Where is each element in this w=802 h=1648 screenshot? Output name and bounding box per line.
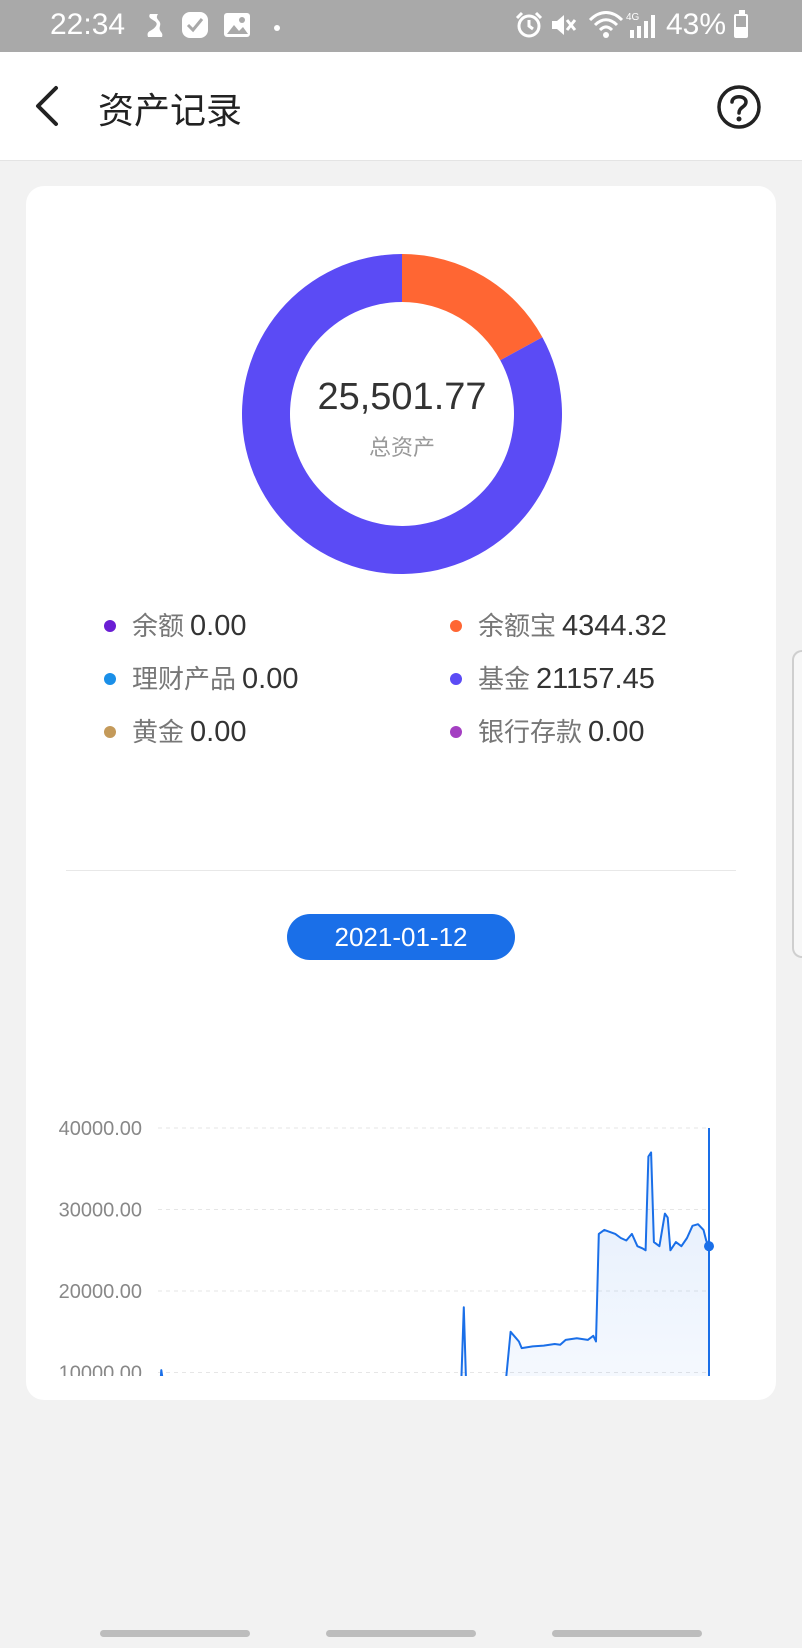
total-assets-label: 总资产 [368,436,435,461]
selected-date-badge: 2021-01-12 [287,914,515,960]
divider [66,870,736,871]
page-title: 资产记录 [98,91,243,132]
wifi-icon [588,10,624,47]
legend-item: 基金 21157.45 [450,659,655,699]
help-question-icon[interactable] [716,84,762,130]
y-tick-label: 40000.00 [59,1118,142,1140]
series-area [160,1152,709,1376]
asset-card: 25,501.77 总资产 余额 0.00 余额宝 4344.32 理财产品 0.00 基金… [26,186,776,1400]
legend-dot [104,619,116,632]
gesture-bar-left[interactable] [100,1630,250,1637]
y-tick-label: 20000.00 [59,1281,142,1303]
y-tick-label: 10000.00 [59,1363,142,1377]
edge-panel-handle[interactable] [792,650,802,958]
mute-icon [548,10,578,47]
legend-dot [104,672,116,685]
legend-item: 银行存款 0.00 [450,712,644,752]
legend-value: 0.00 [190,716,247,748]
legend-dot [450,725,462,738]
legend-name: 余额 [132,612,185,642]
battery-fill [736,27,746,36]
status-bar: 22:34 4G 43% [0,0,802,52]
legend-value: 0.00 [190,610,247,642]
dot-icon [272,10,282,47]
legend-item: 理财产品 0.00 [104,659,298,699]
legend-item: 余额宝 4344.32 [450,606,667,646]
legend-name: 基金 [478,665,531,695]
legend-name: 黄金 [132,718,185,748]
back-arrow-icon[interactable] [30,82,70,130]
alarm-icon [514,10,544,47]
total-assets-value: 25,501.77 [317,376,487,418]
selection-point[interactable] [704,1241,714,1252]
legend-dot [450,672,462,685]
legend-dot [104,725,116,738]
image-icon [222,10,252,47]
donut-slice-0 [402,254,543,361]
asset-legend: 余额 0.00 余额宝 4344.32 理财产品 0.00 基金 21157.45 黄金 0.00… [26,606,776,776]
check-badge-icon [180,10,210,47]
legend-name: 银行存款 [478,718,583,748]
legend-item: 余额 0.00 [104,606,246,646]
legend-name: 理财产品 [132,665,237,695]
legend-dot [450,619,462,632]
battery-icon [734,10,748,38]
y-tick-label: 30000.00 [59,1200,142,1222]
legend-value: 21157.45 [536,663,655,695]
gesture-bar-right[interactable] [552,1630,702,1637]
legend-item: 黄金 0.00 [104,712,246,752]
signal-4g-icon: 4G [626,10,662,47]
legend-value: 0.00 [588,716,645,748]
notification-icon [142,10,168,47]
svg-text:4G: 4G [626,12,640,23]
gesture-bar-center[interactable] [326,1630,476,1637]
status-time: 22:34 [50,8,126,41]
header-bar: 资产记录 [0,52,802,161]
asset-history-chart[interactable]: 40000.0030000.0020000.0010000.000.002020… [26,956,776,1376]
legend-name: 余额宝 [478,612,557,642]
legend-value: 0.00 [242,663,299,695]
legend-value: 4344.32 [562,610,667,642]
battery-percentage: 43% [666,8,727,41]
